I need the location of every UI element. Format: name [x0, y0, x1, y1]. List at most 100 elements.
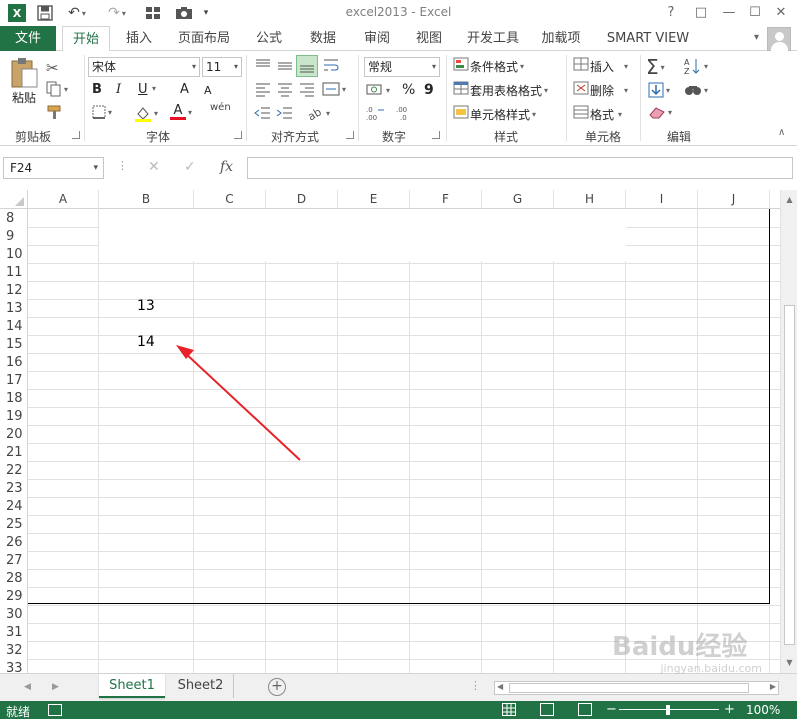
scroll-thumb[interactable] — [784, 305, 795, 645]
cut-icon[interactable]: ✂ — [46, 59, 59, 77]
row-header[interactable]: 33 — [0, 660, 27, 673]
sheet-tab-sheet1[interactable]: Sheet1 — [99, 674, 165, 698]
horizontal-scrollbar[interactable]: ◀ ▶ — [494, 681, 779, 695]
tab-developer[interactable]: 开发工具 — [462, 26, 524, 51]
vertical-scrollbar[interactable]: ▲ ▼ — [780, 190, 797, 673]
scroll-thumb[interactable] — [509, 683, 749, 693]
row-header[interactable]: 8 — [0, 209, 27, 228]
borders-icon[interactable]: ▾ — [92, 105, 112, 119]
zoom-out-button[interactable]: − — [606, 702, 617, 717]
tab-page-layout[interactable]: 页面布局 — [172, 26, 236, 51]
row-header[interactable]: 27 — [0, 552, 27, 570]
conditional-formatting-button[interactable]: 条件格式 ▾ — [452, 57, 524, 75]
format-cells-button[interactable]: 格式 ▾ — [572, 105, 622, 123]
ribbon-display-options-button[interactable]: □ — [690, 2, 712, 24]
sheet-prev-icon[interactable]: ◀ — [24, 682, 31, 692]
align-middle-icon[interactable] — [276, 57, 294, 73]
phonetic-button[interactable]: wén — [210, 102, 231, 113]
increase-indent-icon[interactable] — [276, 105, 294, 121]
column-header[interactable]: D — [266, 190, 338, 209]
align-top-icon[interactable] — [254, 57, 272, 73]
number-format-combo[interactable]: 常规 ▾ — [364, 57, 440, 77]
column-header[interactable]: I — [626, 190, 698, 209]
row-header[interactable]: 22 — [0, 462, 27, 480]
select-all-button[interactable] — [0, 190, 28, 209]
format-painter-icon[interactable] — [46, 104, 64, 120]
underline-button[interactable]: U — [138, 82, 148, 97]
row-header[interactable]: 30 — [0, 606, 27, 624]
row-header[interactable]: 28 — [0, 570, 27, 588]
column-header[interactable]: H — [554, 190, 626, 209]
cell-area[interactable]: 13 14 — [28, 209, 780, 673]
page-layout-view-icon[interactable] — [540, 703, 554, 716]
row-header[interactable]: 17 — [0, 372, 27, 390]
merge-center-icon[interactable]: ▾ — [322, 81, 346, 97]
scroll-left-icon[interactable]: ◀ — [497, 682, 503, 691]
decrease-indent-icon[interactable] — [254, 105, 272, 121]
column-header[interactable]: A — [28, 190, 99, 209]
shrink-font-button[interactable]: A — [204, 84, 212, 97]
increase-decimal-icon[interactable]: .0.00 — [366, 105, 388, 121]
tab-view[interactable]: 视图 — [408, 26, 450, 51]
row-header[interactable]: 23 — [0, 480, 27, 498]
fill-color-icon[interactable]: ▾ — [134, 105, 158, 122]
tab-home[interactable]: 开始 — [62, 26, 110, 52]
tab-file[interactable]: 文件 — [0, 26, 56, 51]
tab-formulas[interactable]: 公式 — [248, 26, 290, 51]
format-as-table-button[interactable]: 套用表格格式 ▾ — [452, 81, 548, 99]
align-bottom-icon[interactable] — [296, 55, 318, 77]
find-select-icon[interactable]: ▾ — [684, 82, 708, 98]
column-header[interactable]: F — [410, 190, 482, 209]
decrease-decimal-icon[interactable]: .00.0 — [396, 105, 418, 121]
wrap-text-icon[interactable] — [322, 57, 340, 73]
alignment-launcher-icon[interactable] — [346, 131, 354, 139]
row-header[interactable]: 9 — [0, 228, 27, 246]
row-header[interactable]: 26 — [0, 534, 27, 552]
cell-styles-button[interactable]: 单元格样式 ▾ — [452, 105, 536, 123]
scroll-up-icon[interactable]: ▲ — [783, 193, 796, 206]
row-header[interactable]: 32 — [0, 642, 27, 660]
close-button[interactable]: ✕ — [770, 2, 792, 24]
tab-smart-view[interactable]: SMART VIEW — [600, 26, 696, 51]
row-header[interactable]: 10 — [0, 246, 27, 264]
row-header[interactable]: 12 — [0, 282, 27, 300]
row-header[interactable]: 20 — [0, 426, 27, 444]
sheet-next-icon[interactable]: ▶ — [52, 682, 59, 692]
row-header[interactable]: 16 — [0, 354, 27, 372]
font-launcher-icon[interactable] — [234, 131, 242, 139]
copy-icon[interactable]: ▾ — [46, 81, 68, 97]
avatar[interactable] — [767, 27, 791, 51]
tab-review[interactable]: 审阅 — [356, 26, 398, 51]
row-header[interactable]: 11 — [0, 264, 27, 282]
zoom-level[interactable]: 100% — [746, 703, 780, 717]
bold-button[interactable]: B — [92, 82, 102, 97]
currency-icon[interactable]: ▾ — [366, 82, 390, 98]
maximize-button[interactable]: ☐ — [744, 2, 766, 24]
collapse-ribbon-icon[interactable]: ∧ — [778, 127, 785, 138]
comma-style-button[interactable]: 9 — [424, 82, 434, 98]
row-header[interactable]: 24 — [0, 498, 27, 516]
paste-button[interactable]: 粘贴 — [6, 57, 42, 113]
number-launcher-icon[interactable] — [432, 131, 440, 139]
align-center-icon[interactable] — [276, 81, 294, 97]
clipboard-launcher-icon[interactable] — [72, 131, 80, 139]
column-header[interactable]: B — [99, 190, 194, 209]
enter-icon[interactable]: ✓ — [184, 159, 196, 175]
font-color-button[interactable]: A — [170, 104, 186, 120]
row-header[interactable]: 25 — [0, 516, 27, 534]
more-options-icon[interactable]: ⋮ — [117, 159, 128, 172]
underline-dropdown-icon[interactable]: ▾ — [152, 84, 156, 93]
font-name-combo[interactable]: 宋体 ▾ — [88, 57, 200, 77]
sort-filter-icon[interactable]: A Z ▾ — [684, 57, 708, 75]
orientation-icon[interactable]: ab ▾ — [306, 105, 330, 121]
font-color-dropdown-icon[interactable]: ▾ — [188, 108, 192, 117]
percent-button[interactable]: % — [402, 82, 415, 98]
column-header[interactable]: J — [698, 190, 770, 209]
row-header[interactable]: 13 — [0, 300, 27, 318]
align-right-icon[interactable] — [298, 81, 316, 97]
minimize-button[interactable]: — — [718, 2, 740, 24]
tab-insert[interactable]: 插入 — [118, 26, 160, 51]
column-header[interactable]: G — [482, 190, 554, 209]
cancel-icon[interactable]: ✕ — [148, 159, 160, 175]
add-sheet-button[interactable]: + — [268, 678, 286, 696]
